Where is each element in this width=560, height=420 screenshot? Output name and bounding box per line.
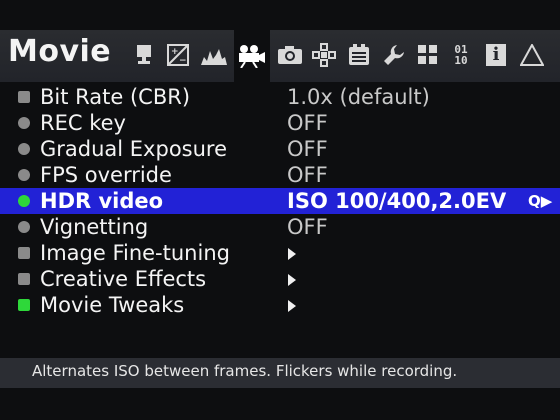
menu-item-label: Gradual Exposure [40,137,228,161]
menu-item-fps-override[interactable]: FPS override OFF [0,162,560,188]
svg-text:+: + [171,47,179,57]
menu-item-hdr-video[interactable]: HDR video ISO 100/400,2.0EV Q▶ [0,188,560,214]
menu-item-value: ISO 100/400,2.0EV [287,189,507,213]
help-bar: Alternates ISO between frames. Flickers … [0,358,560,388]
status-square [18,91,30,103]
wrench-icon [383,44,405,66]
menu-item-label: Image Fine-tuning [40,241,230,265]
submenu-arrow-icon [288,274,296,286]
menu-item-value: OFF [287,137,328,161]
tab-movie[interactable] [234,30,270,82]
tab-display[interactable] [130,38,158,72]
monitor-icon [134,44,154,66]
histogram-icon [201,45,227,65]
menu-item-movie-tweaks[interactable]: Movie Tweaks [0,292,560,318]
tab-scripts[interactable] [380,38,408,72]
status-dot [18,221,30,233]
menu-item-image-fine-tuning[interactable]: Image Fine-tuning [0,240,560,266]
menu-item-label: REC key [40,111,126,135]
modules-icon [417,44,439,66]
menu-item-value: OFF [287,111,328,135]
menu-item-label: Vignetting [40,215,149,239]
status-square [18,273,30,285]
svg-text:−: − [179,56,187,66]
movie-camera-icon [237,44,267,68]
tab-modules[interactable] [414,38,442,72]
menu-item-label: Creative Effects [40,267,207,291]
status-square [18,247,30,259]
focus-icon [312,43,336,67]
status-dot [18,169,30,181]
menu-item-creative-effects[interactable]: Creative Effects [0,266,560,292]
menu-item-gradual-exposure[interactable]: Gradual Exposure OFF [0,136,560,162]
submenu-arrow-icon [288,300,296,312]
tab-prefs[interactable] [345,38,373,72]
debug-icon: 01 10 [454,43,468,67]
status-square-enabled [18,299,30,311]
menu-item-value: 1.0x (default) [287,85,430,109]
warning-icon [520,44,544,66]
tab-help[interactable]: i [482,38,510,72]
menu-item-label: Bit Rate (CBR) [40,85,191,109]
tab-shoot[interactable] [276,38,304,72]
status-dot [18,117,30,129]
card-icon [348,44,370,66]
tab-warnings[interactable] [518,38,546,72]
tab-debug[interactable]: 01 10 [447,38,475,72]
menu-item-vignetting[interactable]: Vignetting OFF [0,214,560,240]
menu-item-label: Movie Tweaks [40,293,185,317]
quick-menu-icon[interactable]: Q▶ [528,192,552,210]
camera-icon [277,45,303,65]
page-title: Movie [8,34,112,69]
exposure-icon: + − [167,44,189,66]
menu-item-label: FPS override [40,163,172,187]
menu-item-label: HDR video [40,189,164,213]
menu-item-bit-rate[interactable]: Bit Rate (CBR) 1.0x (default) [0,84,560,110]
status-dot [18,143,30,155]
header-bar: Movie + − 01 10 i [0,30,560,82]
tab-exposure[interactable]: + − [164,38,192,72]
help-text: Alternates ISO between frames. Flickers … [32,362,458,380]
submenu-arrow-icon [288,248,296,260]
menu-item-value: OFF [287,215,328,239]
info-icon: i [486,44,506,66]
menu-item-value: OFF [287,163,328,187]
menu-item-rec-key[interactable]: REC key OFF [0,110,560,136]
menu-screen: Movie + − 01 10 i Bit Rate (CBR) 1.0x (d… [0,0,560,420]
tab-focus[interactable] [310,38,338,72]
status-dot-enabled [18,195,30,207]
tab-overlay[interactable] [200,38,228,72]
